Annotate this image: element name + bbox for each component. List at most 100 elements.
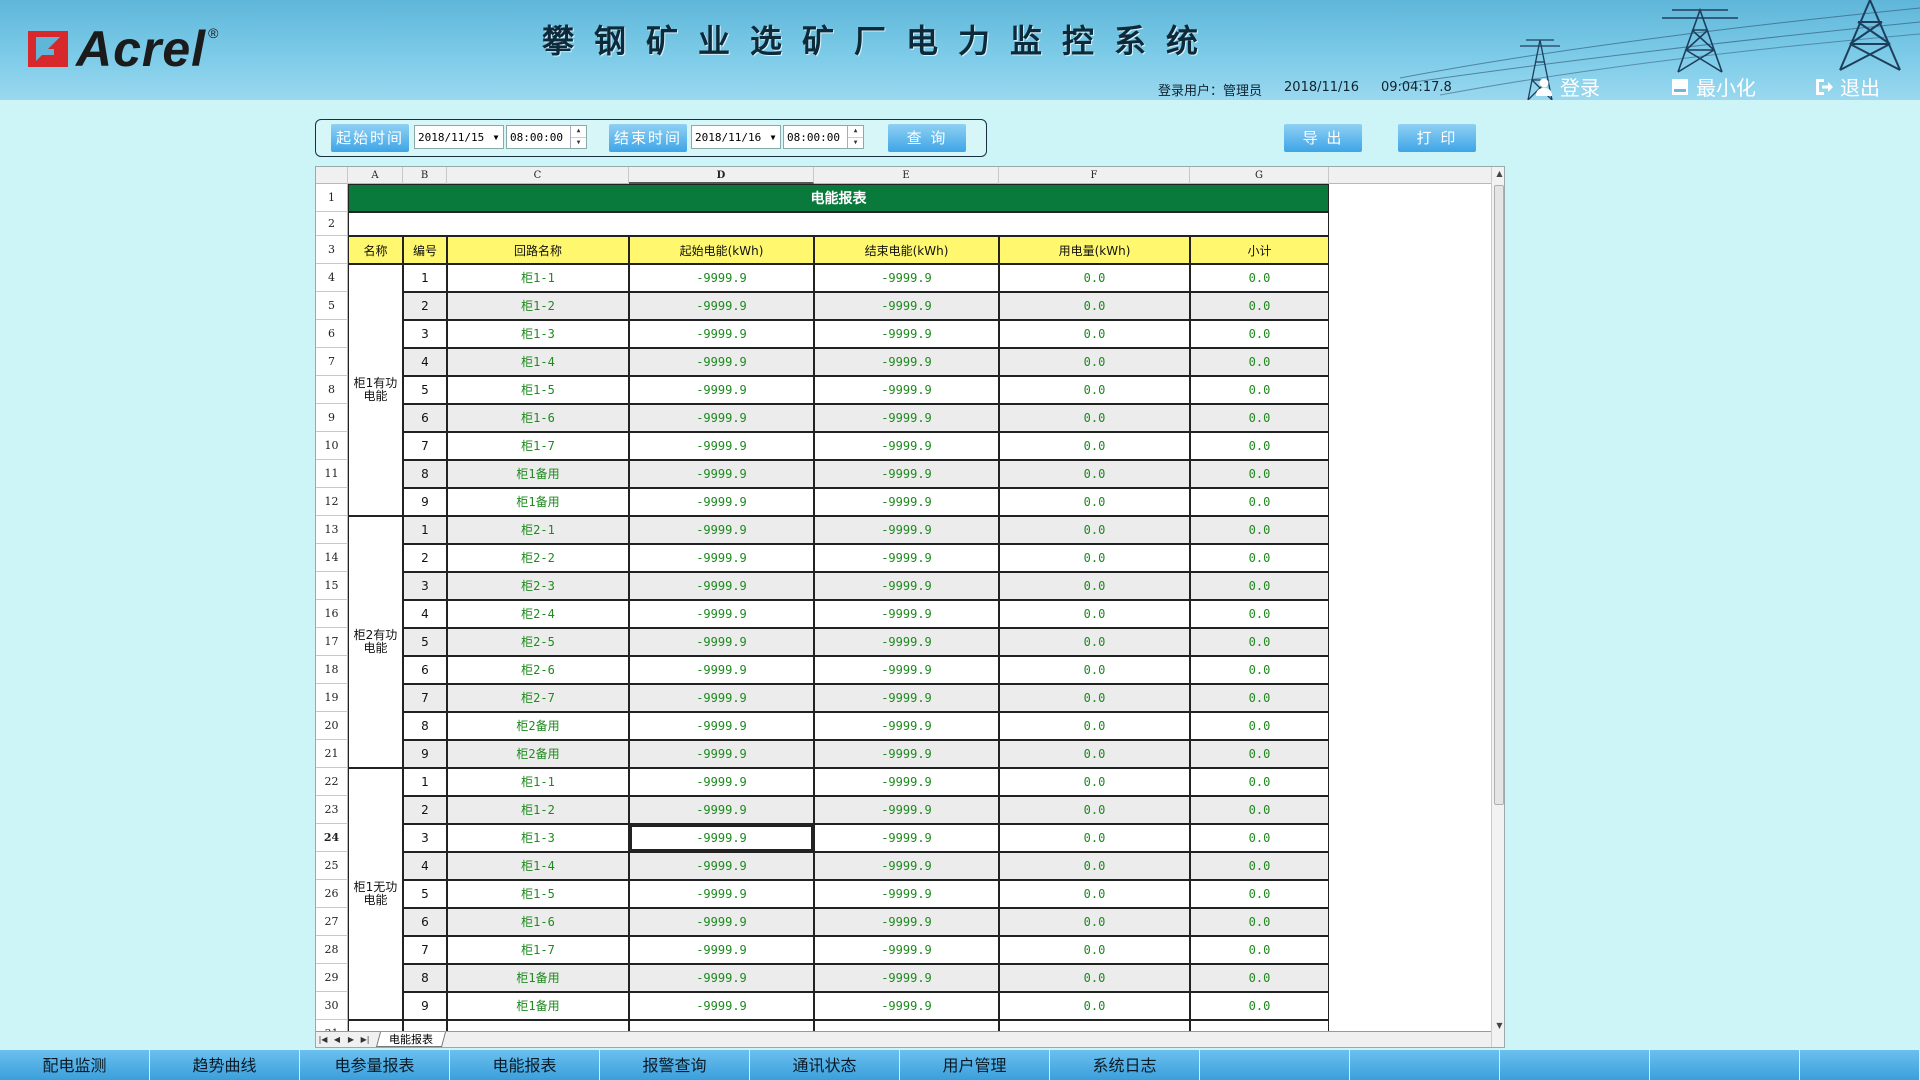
table-cell[interactable]: 柜1备用: [447, 964, 629, 992]
table-cell[interactable]: 0.0: [1190, 460, 1329, 488]
table-cell[interactable]: 0.0: [1190, 908, 1329, 936]
table-cell[interactable]: -9999.9: [629, 348, 814, 376]
table-cell[interactable]: 0.0: [999, 348, 1190, 376]
table-cell[interactable]: -9999.9: [629, 600, 814, 628]
table-cell[interactable]: -9999.9: [814, 656, 999, 684]
table-cell[interactable]: -9999.9: [629, 908, 814, 936]
table-cell[interactable]: 9: [403, 740, 447, 768]
table-cell[interactable]: -9999.9: [629, 796, 814, 824]
table-cell[interactable]: 柜2-2: [447, 544, 629, 572]
table-cell[interactable]: 8: [403, 964, 447, 992]
table-cell[interactable]: 0.0: [999, 992, 1190, 1020]
table-cell[interactable]: -9999.9: [629, 852, 814, 880]
table-cell[interactable]: -9999.9: [814, 264, 999, 292]
vertical-scrollbar[interactable]: ▲ ▼: [1491, 167, 1504, 1047]
row-header[interactable]: 4: [316, 264, 348, 292]
table-cell[interactable]: 0.0: [999, 656, 1190, 684]
table-cell[interactable]: -9999.9: [814, 628, 999, 656]
table-cell[interactable]: -9999.9: [814, 712, 999, 740]
table-cell[interactable]: 7: [403, 684, 447, 712]
table-cell[interactable]: -9999.9: [814, 292, 999, 320]
table-cell[interactable]: -9999.9: [629, 292, 814, 320]
table-cell[interactable]: 0.0: [999, 796, 1190, 824]
column-header-a[interactable]: A: [348, 167, 403, 184]
nav-item[interactable]: 用户管理: [900, 1050, 1050, 1080]
table-cell[interactable]: 柜1-7: [447, 936, 629, 964]
table-cell[interactable]: -9999.9: [814, 320, 999, 348]
table-cell[interactable]: 0.0: [1190, 348, 1329, 376]
table-cell[interactable]: 0.0: [999, 628, 1190, 656]
table-cell[interactable]: -9999.9: [629, 544, 814, 572]
table-cell[interactable]: -9999.9: [629, 712, 814, 740]
table-cell[interactable]: -9999.9: [814, 936, 999, 964]
row-header[interactable]: 10: [316, 432, 348, 460]
table-cell[interactable]: 柜2备用: [447, 712, 629, 740]
table-cell[interactable]: 柜1-3: [447, 320, 629, 348]
table-cell[interactable]: -9999.9: [814, 880, 999, 908]
row-header[interactable]: 7: [316, 348, 348, 376]
table-cell[interactable]: 8: [403, 712, 447, 740]
first-sheet-icon[interactable]: |◀: [316, 1035, 330, 1044]
prev-sheet-icon[interactable]: ◀: [330, 1035, 344, 1044]
export-button[interactable]: 导 出: [1284, 124, 1362, 152]
row-header[interactable]: 5: [316, 292, 348, 320]
table-cell[interactable]: 0.0: [999, 600, 1190, 628]
table-cell[interactable]: 柜1-2: [447, 292, 629, 320]
table-cell[interactable]: 0.0: [1190, 292, 1329, 320]
minimize-button[interactable]: 最小化: [1670, 72, 1756, 100]
table-cell[interactable]: 0.0: [1190, 320, 1329, 348]
table-cell[interactable]: -9999.9: [629, 824, 814, 852]
table-cell[interactable]: 柜1-7: [447, 432, 629, 460]
table-cell[interactable]: -9999.9: [814, 376, 999, 404]
scroll-down-icon[interactable]: ▼: [1492, 1019, 1504, 1033]
table-cell[interactable]: 柜1-3: [447, 824, 629, 852]
table-cell[interactable]: -9999.9: [629, 432, 814, 460]
table-cell[interactable]: 0.0: [1190, 404, 1329, 432]
table-cell[interactable]: -9999.9: [814, 852, 999, 880]
table-cell[interactable]: 柜1-5: [447, 880, 629, 908]
group-name-cell[interactable]: 柜2有功电能: [348, 516, 403, 768]
table-cell[interactable]: -9999.9: [629, 516, 814, 544]
table-cell[interactable]: 柜2-6: [447, 656, 629, 684]
table-cell[interactable]: 0.0: [999, 572, 1190, 600]
end-date-picker[interactable]: 2018/11/16 ▼: [691, 125, 781, 149]
row-header[interactable]: 8: [316, 376, 348, 404]
column-header-c[interactable]: C: [447, 167, 629, 184]
nav-item[interactable]: 电能报表: [450, 1050, 600, 1080]
table-cell[interactable]: 0.0: [1190, 936, 1329, 964]
table-cell[interactable]: -9999.9: [629, 488, 814, 516]
table-cell[interactable]: 0.0: [1190, 824, 1329, 852]
table-cell[interactable]: -9999.9: [629, 404, 814, 432]
table-cell[interactable]: 柜1-4: [447, 348, 629, 376]
table-cell[interactable]: 4: [403, 600, 447, 628]
table-cell[interactable]: 柜1-6: [447, 404, 629, 432]
table-cell[interactable]: -9999.9: [814, 544, 999, 572]
table-cell[interactable]: -9999.9: [814, 516, 999, 544]
spin-down-icon[interactable]: ▼: [848, 138, 863, 149]
table-cell[interactable]: 柜1-2: [447, 796, 629, 824]
table-cell[interactable]: 柜1-4: [447, 852, 629, 880]
table-cell[interactable]: -9999.9: [629, 964, 814, 992]
column-header-g[interactable]: G: [1190, 167, 1329, 184]
table-cell[interactable]: 0.0: [999, 432, 1190, 460]
nav-item[interactable]: 配电监测: [0, 1050, 150, 1080]
table-cell[interactable]: -9999.9: [814, 992, 999, 1020]
column-header-d[interactable]: D: [629, 167, 814, 184]
table-cell[interactable]: 0.0: [999, 544, 1190, 572]
table-cell[interactable]: 6: [403, 908, 447, 936]
group-name-cell[interactable]: 柜1有功电能: [348, 264, 403, 516]
table-cell[interactable]: -9999.9: [629, 992, 814, 1020]
table-cell[interactable]: 5: [403, 880, 447, 908]
row-header[interactable]: 20: [316, 712, 348, 740]
row-header[interactable]: 9: [316, 404, 348, 432]
last-sheet-icon[interactable]: ▶|: [358, 1035, 372, 1044]
table-cell[interactable]: 0.0: [999, 824, 1190, 852]
table-cell[interactable]: -9999.9: [629, 740, 814, 768]
row-header[interactable]: 30: [316, 992, 348, 1020]
column-header-f[interactable]: F: [999, 167, 1190, 184]
table-cell[interactable]: 9: [403, 488, 447, 516]
table-cell[interactable]: -9999.9: [629, 684, 814, 712]
table-cell[interactable]: -9999.9: [814, 488, 999, 516]
start-time-spinner[interactable]: ▲ ▼: [570, 126, 586, 148]
table-cell[interactable]: 柜2-5: [447, 628, 629, 656]
